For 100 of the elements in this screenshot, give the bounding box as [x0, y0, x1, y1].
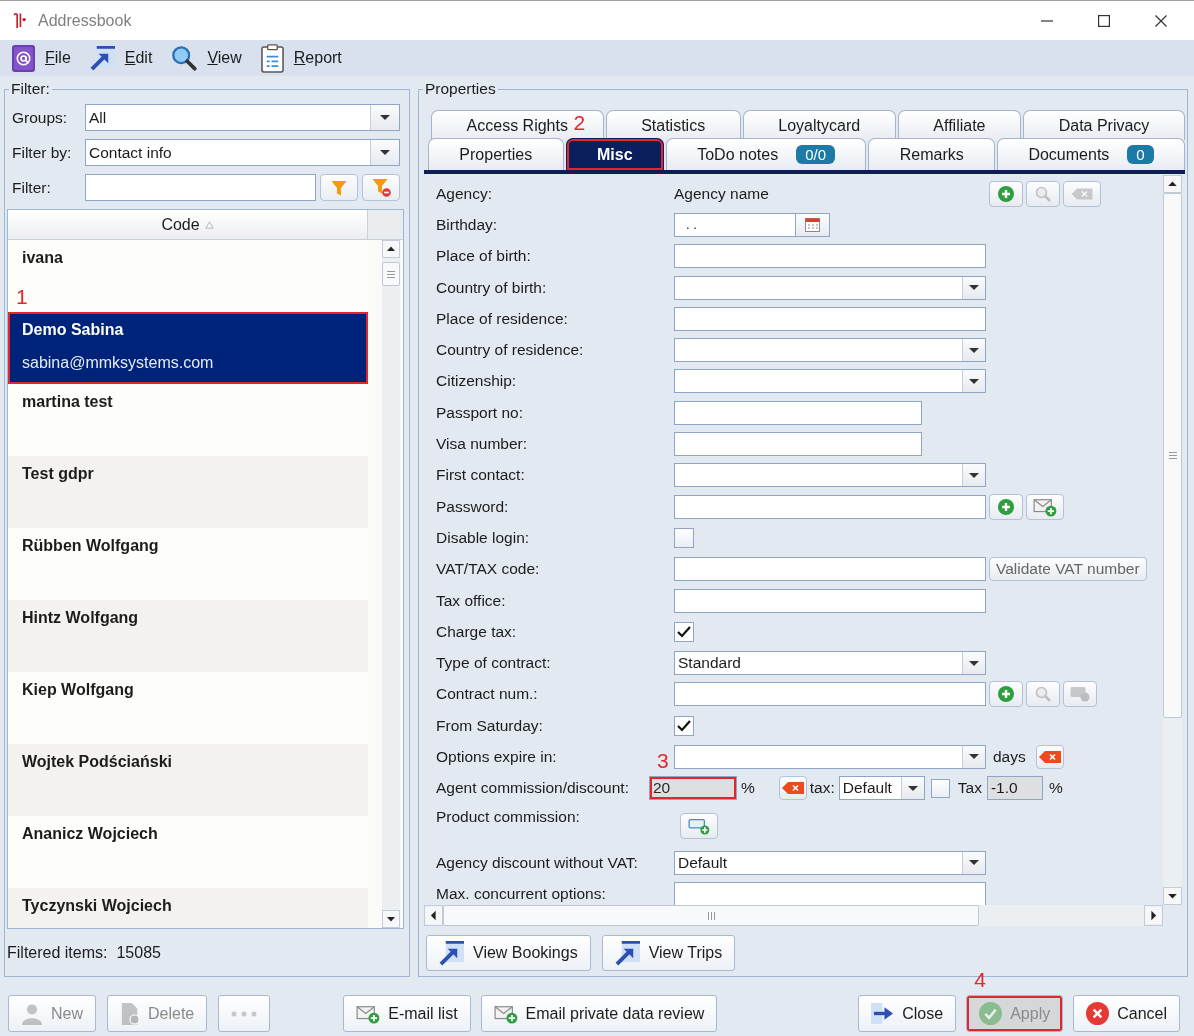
arrow-right-icon [871, 1003, 895, 1024]
tab[interactable]: Remarks [868, 138, 996, 170]
remove-button[interactable] [1035, 745, 1064, 769]
calendar-button[interactable] [796, 212, 830, 237]
contact-row[interactable]: Test gdpr [8, 456, 368, 528]
backspace-icon [1071, 187, 1093, 200]
text-field[interactable] [674, 306, 986, 331]
contact-name: martina test [22, 392, 113, 411]
menu-item[interactable]: View [171, 45, 242, 71]
dropdown[interactable] [674, 463, 986, 488]
scroll-thumb[interactable] [382, 262, 400, 286]
scroll-left-icon[interactable] [424, 905, 443, 926]
vertical-scrollbar[interactable] [382, 240, 400, 928]
field-label: Citizenship: [436, 372, 517, 391]
field-label: Product commission: [436, 807, 580, 826]
count-badge: 0/0 [796, 145, 835, 164]
plus-circle-icon [998, 185, 1014, 202]
filter-icon [331, 179, 347, 196]
contact-row[interactable]: Hintz Wolfgang [8, 600, 368, 672]
email-button[interactable] [1026, 493, 1064, 520]
minimize-icon[interactable] [1041, 19, 1053, 22]
field-label: Agent commission/discount: [436, 779, 629, 798]
filter-field[interactable] [85, 174, 316, 201]
cancel-button[interactable]: Cancel [1073, 995, 1180, 1032]
menu-item[interactable]: Edit [89, 45, 153, 71]
scroll-up-icon[interactable] [1163, 175, 1182, 193]
card-icon [1070, 686, 1090, 703]
tab[interactable]: Documents 0 [997, 138, 1185, 170]
text-field[interactable] [674, 244, 986, 269]
date-field[interactable]: . . [674, 212, 796, 237]
tab[interactable]: Properties [428, 138, 564, 170]
add-button[interactable] [989, 493, 1023, 520]
dropdown[interactable] [674, 338, 986, 363]
add-button[interactable] [989, 180, 1023, 207]
dropdown[interactable]: Standard [674, 651, 986, 676]
close-button[interactable]: Close [858, 995, 957, 1032]
menu-item[interactable]: Report [260, 43, 342, 73]
field-label: Groups: [12, 108, 69, 127]
groups-dropdown[interactable]: All [85, 104, 400, 131]
scroll-thumb[interactable] [443, 905, 979, 926]
check-circle-icon [979, 1002, 1003, 1025]
text-field[interactable] [674, 432, 922, 456]
field-label: Agency discount without VAT: [436, 853, 638, 872]
document-icon [120, 1002, 140, 1025]
tab[interactable]: Loyaltycard [742, 110, 896, 140]
panel-legend: Filter: [9, 80, 52, 98]
column-header[interactable]: Code [8, 210, 368, 239]
text-field[interactable] [674, 881, 986, 905]
dropdown-arrow-icon [380, 150, 390, 155]
field-label: Tax office: [436, 591, 506, 610]
tab[interactable]: ToDo notes 0/0 [665, 138, 867, 170]
contact-row[interactable]: Wojtek Podściański [8, 744, 368, 816]
checkbox[interactable] [674, 621, 694, 642]
tab[interactable]: Misc [565, 138, 664, 170]
filter-by-dropdown[interactable]: Contact info [85, 139, 400, 166]
horizontal-scrollbar[interactable] [424, 905, 1163, 926]
tab[interactable]: Statistics [605, 110, 741, 140]
view-button[interactable]: View Trips [601, 935, 736, 971]
close-icon[interactable] [1155, 14, 1167, 27]
text-field[interactable] [674, 557, 986, 582]
dropdown[interactable] [674, 745, 986, 769]
scroll-right-icon[interactable] [1144, 905, 1163, 926]
dropdown[interactable] [674, 275, 986, 300]
scroll-up-icon[interactable] [382, 240, 400, 258]
apply-filter-button[interactable] [320, 174, 358, 201]
maximize-icon[interactable] [1098, 14, 1110, 27]
scroll-down-icon[interactable] [1163, 887, 1182, 905]
contact-row[interactable]: Demo Sabina sabina@mmksystems.com [8, 312, 368, 384]
envelope-plus-icon [1033, 496, 1057, 517]
text-field[interactable] [674, 682, 986, 707]
checkbox-label: Tax [957, 779, 982, 798]
email-button[interactable]: Email private data review [480, 995, 718, 1032]
view-button[interactable]: View Bookings [426, 935, 591, 971]
contact-name: Ananicz Wojciech [22, 824, 158, 843]
filtered-items-label: Filtered items: [7, 943, 108, 962]
vertical-scrollbar[interactable] [1163, 175, 1182, 905]
text-field[interactable] [674, 400, 922, 425]
add-button[interactable] [989, 681, 1023, 708]
contact-name: Test gdpr [22, 464, 94, 483]
unit-label: % [1048, 779, 1063, 798]
clear-filter-button[interactable] [362, 174, 400, 201]
email-button[interactable]: E-mail list [343, 995, 471, 1032]
clipboard-icon [260, 43, 284, 73]
tab[interactable]: Data Privacy [1023, 110, 1185, 140]
dropdown[interactable] [674, 369, 986, 394]
text-field[interactable] [674, 494, 986, 519]
envelope-plus-icon [356, 1003, 381, 1024]
text-field[interactable] [674, 588, 986, 613]
add-product-button[interactable] [680, 812, 718, 839]
tax-label: tax: [809, 779, 835, 798]
contact-row[interactable]: Tyczynski Wojciech [8, 888, 368, 928]
scroll-thumb[interactable] [1163, 193, 1182, 718]
menu-item[interactable]: File [12, 44, 71, 72]
checkbox[interactable] [674, 527, 694, 548]
dropdown[interactable]: Default [674, 850, 986, 875]
checkbox[interactable] [674, 715, 694, 736]
arrow-up-right-icon [439, 940, 464, 966]
tab[interactable]: Affiliate [897, 110, 1022, 140]
scroll-down-icon[interactable] [382, 910, 400, 928]
field-label: Country of birth: [436, 278, 547, 297]
